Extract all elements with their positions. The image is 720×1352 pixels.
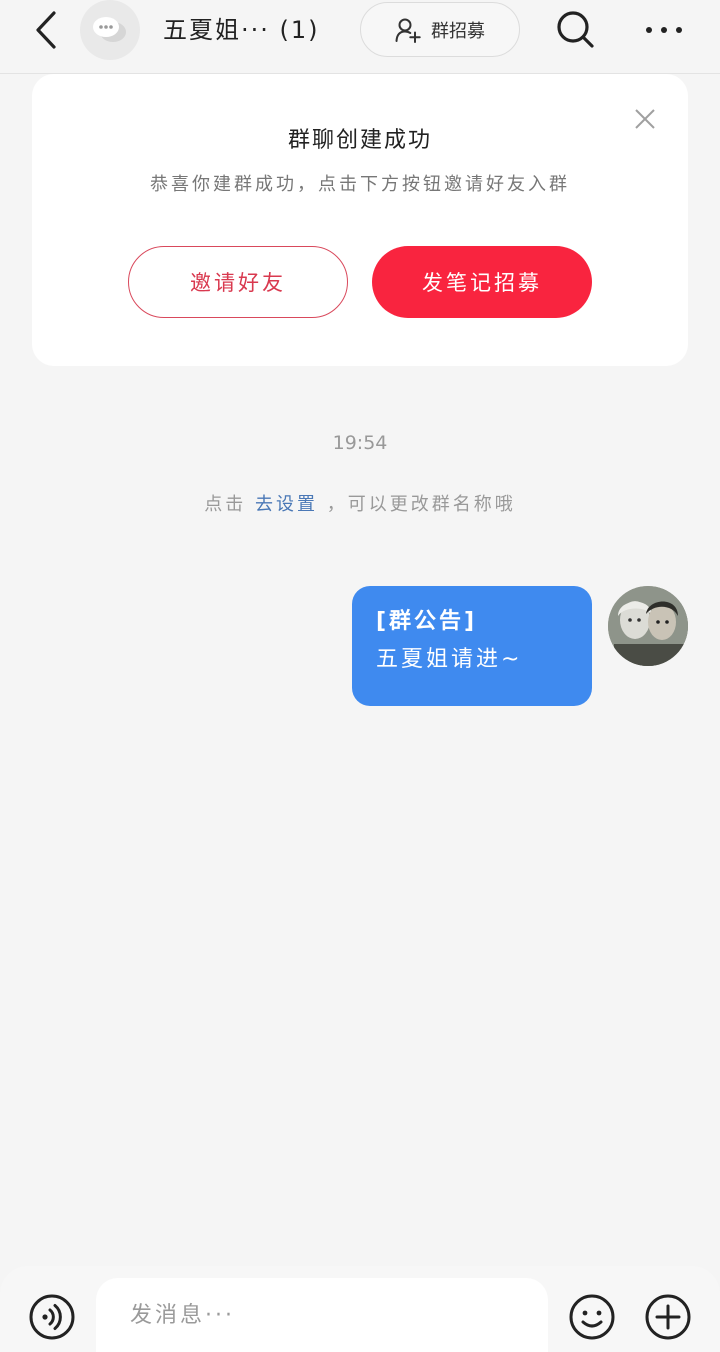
invite-friends-button[interactable]: 邀请好友 <box>128 246 348 318</box>
group-avatar[interactable] <box>80 0 140 60</box>
chat-title[interactable]: 五夏姐··· (1) <box>163 12 320 48</box>
more-dots-icon <box>646 27 682 33</box>
chat-bubble-icon <box>93 17 126 42</box>
search-button[interactable] <box>554 8 598 52</box>
emoji-icon <box>569 1294 615 1340</box>
voice-icon <box>29 1294 75 1340</box>
avatar[interactable] <box>608 586 688 666</box>
group-created-card: 群聊创建成功 恭喜你建群成功，点击下方按钮邀请好友入群 邀请好友 发笔记招募 <box>32 74 688 366</box>
card-subtitle: 恭喜你建群成功，点击下方按钮邀请好友入群 <box>150 174 570 195</box>
add-user-icon <box>395 18 421 43</box>
go-settings-link[interactable]: 去设置 <box>255 494 318 515</box>
more-button[interactable] <box>640 8 688 52</box>
group-recruit-button[interactable]: 群招募 <box>360 2 520 57</box>
voice-button[interactable] <box>28 1293 76 1341</box>
input-bar <box>0 1266 720 1352</box>
system-message-prefix: 点击 <box>204 494 247 515</box>
back-button[interactable] <box>26 8 66 52</box>
announcement-tag: [群公告] <box>376 609 478 634</box>
more-actions-button[interactable] <box>644 1293 692 1341</box>
system-message-suffix: ，可以更改群名称哦 <box>326 494 516 515</box>
card-title: 群聊创建成功 <box>287 128 432 153</box>
plus-icon <box>645 1294 691 1340</box>
chevron-left-icon <box>36 11 56 49</box>
system-message: 点击 去设置 ，可以更改群名称哦 <box>0 490 720 516</box>
avatar-image <box>608 586 688 666</box>
message-text: 五夏姐请进~ <box>376 647 523 672</box>
group-recruit-label: 群招募 <box>431 20 485 42</box>
emoji-button[interactable] <box>568 1293 616 1341</box>
top-bar: 五夏姐··· (1) 群招募 <box>0 0 720 74</box>
message-input[interactable] <box>96 1278 548 1352</box>
post-note-recruit-button[interactable]: 发笔记招募 <box>372 246 592 318</box>
search-icon <box>557 11 594 48</box>
message-bubble[interactable]: [群公告] 五夏姐请进~ <box>352 586 592 706</box>
message-timestamp: 19:54 <box>332 432 388 454</box>
